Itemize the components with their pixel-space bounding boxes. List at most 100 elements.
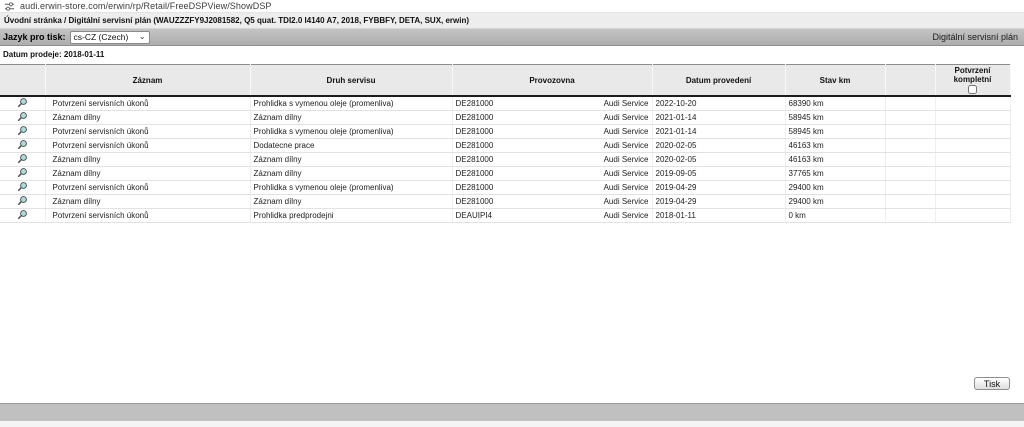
gap-cell	[885, 195, 935, 209]
header-provozovna: Provozovna	[452, 65, 652, 97]
druh-servisu-cell: Prohlidka predprodejni	[250, 209, 452, 223]
gap-cell	[885, 167, 935, 181]
provozovna-cell: DEAUIPI4 Audi Service	[452, 209, 652, 223]
datum-provedeni-cell: 2020-02-05	[652, 139, 785, 153]
magnifier-icon[interactable]	[17, 125, 28, 136]
provozovna-name: Audi Service	[604, 113, 649, 122]
language-label: Jazyk pro tisk:	[3, 32, 66, 42]
provozovna-cell: DE281000 Audi Service	[452, 181, 652, 195]
magnifier-icon[interactable]	[17, 111, 28, 122]
provozovna-code: DEAUIPI4	[456, 211, 492, 220]
provozovna-name: Audi Service	[604, 141, 649, 150]
language-select[interactable]: cs-CZ (Czech) ⌄	[70, 31, 150, 44]
provozovna-name: Audi Service	[604, 155, 649, 164]
language-toolbar: Jazyk pro tisk: cs-CZ (Czech) ⌄ Digitáln…	[0, 29, 1024, 46]
row-detail-cell	[0, 125, 45, 139]
provozovna-name: Audi Service	[604, 127, 649, 136]
table-header-row: Záznam Druh servisu Provozovna Datum pro…	[0, 65, 1010, 97]
table-row: Záznam dílny Záznam dílny DE281000 Audi …	[0, 111, 1010, 125]
gap-cell	[885, 209, 935, 223]
header-datum-provedeni: Datum provedení	[652, 65, 785, 97]
provozovna-code: DE281000	[456, 169, 494, 178]
row-detail-cell	[0, 195, 45, 209]
stav-km-cell: 68390 km	[785, 96, 885, 111]
stav-km-cell: 37765 km	[785, 167, 885, 181]
table-row: Záznam dílny Záznam dílny DE281000 Audi …	[0, 195, 1010, 209]
site-settings-icon[interactable]	[4, 1, 15, 12]
provozovna-code: DE281000	[456, 197, 494, 206]
gap-cell	[885, 181, 935, 195]
magnifier-icon[interactable]	[17, 139, 28, 150]
table-row: Potvrzení servisních úkonů Prohlidka pre…	[0, 209, 1010, 223]
druh-servisu-cell: Prohlidka s vymenou oleje (promenliva)	[250, 125, 452, 139]
chevron-down-icon: ⌄	[139, 34, 146, 40]
zaznam-cell: Potvrzení servisních úkonů	[45, 139, 250, 153]
header-potvrzeni-kompletni: Potvrzení kompletní	[935, 65, 1010, 97]
provozovna-name: Audi Service	[604, 169, 649, 178]
stav-km-cell: 29400 km	[785, 181, 885, 195]
datum-provedeni-cell: 2019-04-29	[652, 195, 785, 209]
header-zaznam: Záznam	[45, 65, 250, 97]
provozovna-code: DE281000	[456, 113, 494, 122]
stav-km-cell: 46163 km	[785, 153, 885, 167]
zaznam-cell: Záznam dílny	[45, 111, 250, 125]
bottom-tabstrip: Potvrzení servisních úkonů (tabulky údrž…	[0, 403, 1024, 421]
datum-provedeni-cell: 2022-10-20	[652, 96, 785, 111]
header-gap-column	[885, 65, 935, 97]
magnifier-icon[interactable]	[17, 153, 28, 164]
table-row: Potvrzení servisních úkonů Dodatecne pra…	[0, 139, 1010, 153]
table-row: Potvrzení servisních úkonů Prohlidka s v…	[0, 96, 1010, 111]
stav-km-cell: 58945 km	[785, 111, 885, 125]
row-detail-cell	[0, 209, 45, 223]
potvrzeni-cell	[935, 195, 1010, 209]
potvrzeni-kompletni-checkbox[interactable]	[968, 85, 977, 94]
magnifier-icon[interactable]	[17, 167, 28, 178]
row-detail-cell	[0, 167, 45, 181]
url-bar[interactable]: audi.erwin-store.com/erwin/rp/Retail/Fre…	[0, 0, 1024, 13]
zaznam-cell: Potvrzení servisních úkonů	[45, 209, 250, 223]
datum-provedeni-cell: 2019-09-05	[652, 167, 785, 181]
druh-servisu-cell: Prohlidka s vymenou oleje (promenliva)	[250, 96, 452, 111]
gap-cell	[885, 125, 935, 139]
gap-cell	[885, 96, 935, 111]
stav-km-cell: 46163 km	[785, 139, 885, 153]
provozovna-code: DE281000	[456, 183, 494, 192]
zaznam-cell: Potvrzení servisních úkonů	[45, 96, 250, 111]
druh-servisu-cell: Dodatecne prace	[250, 139, 452, 153]
potvrzeni-cell	[935, 96, 1010, 111]
potvrzeni-cell	[935, 167, 1010, 181]
datum-provedeni-cell: 2019-04-29	[652, 181, 785, 195]
page-title: Digitální servisní plán	[932, 32, 1018, 42]
datum-provedeni-cell: 2018-01-11	[652, 209, 785, 223]
datum-provedeni-cell: 2021-01-14	[652, 111, 785, 125]
druh-servisu-cell: Záznam dílny	[250, 167, 452, 181]
magnifier-icon[interactable]	[17, 195, 28, 206]
provozovna-cell: DE281000 Audi Service	[452, 167, 652, 181]
row-detail-cell	[0, 139, 45, 153]
print-button[interactable]: Tisk	[974, 377, 1010, 390]
sale-date: Datum prodeje: 2018-01-11	[0, 46, 1024, 59]
service-records-table: Záznam Druh servisu Provozovna Datum pro…	[0, 64, 1011, 223]
table-row: Záznam dílny Záznam dílny DE281000 Audi …	[0, 153, 1010, 167]
breadcrumb-text: Úvodní stránka / Digitální servisní plán…	[4, 16, 469, 25]
gap-cell	[885, 153, 935, 167]
provozovna-name: Audi Service	[604, 99, 649, 108]
druh-servisu-cell: Záznam dílny	[250, 153, 452, 167]
magnifier-icon[interactable]	[17, 181, 28, 192]
row-detail-cell	[0, 181, 45, 195]
provozovna-cell: DE281000 Audi Service	[452, 139, 652, 153]
potvrzeni-cell	[935, 125, 1010, 139]
stav-km-cell: 29400 km	[785, 195, 885, 209]
zaznam-cell: Záznam dílny	[45, 153, 250, 167]
provozovna-code: DE281000	[456, 127, 494, 136]
datum-provedeni-cell: 2020-02-05	[652, 153, 785, 167]
magnifier-icon[interactable]	[17, 209, 28, 220]
bottom-strip	[0, 421, 1024, 427]
language-select-value: cs-CZ (Czech)	[74, 32, 129, 42]
gap-cell	[885, 111, 935, 125]
zaznam-cell: Záznam dílny	[45, 195, 250, 209]
url-text: audi.erwin-store.com/erwin/rp/Retail/Fre…	[20, 1, 272, 11]
potvrzeni-cell	[935, 181, 1010, 195]
magnifier-icon[interactable]	[17, 97, 28, 108]
provozovna-cell: DE281000 Audi Service	[452, 195, 652, 209]
